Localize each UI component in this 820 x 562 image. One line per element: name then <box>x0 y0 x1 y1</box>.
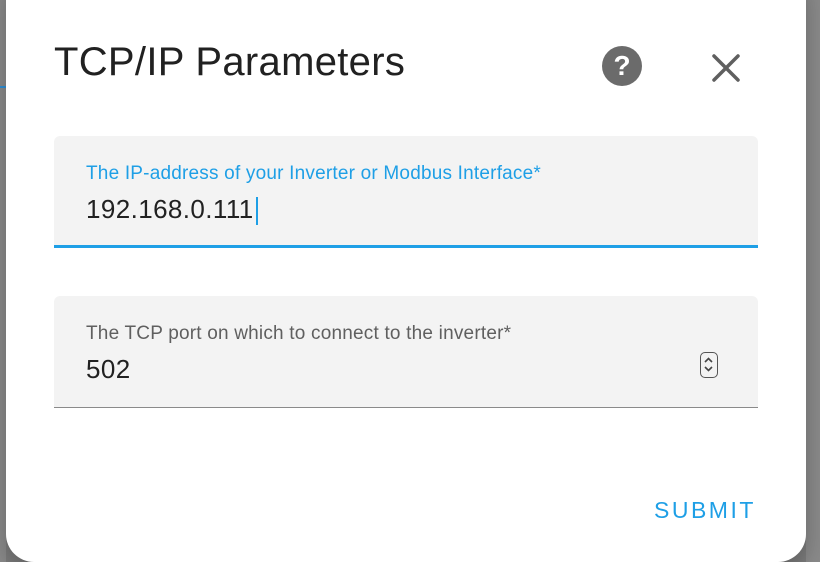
background-page-right <box>806 0 820 562</box>
ip-address-label: The IP-address of your Inverter or Modbu… <box>86 163 541 184</box>
close-icon <box>712 54 740 82</box>
ip-address-value: 192.168.0.111 <box>86 194 254 224</box>
dialog-title: TCP/IP Parameters <box>54 40 406 84</box>
tcp-port-input[interactable]: 502 <box>86 354 646 385</box>
tcp-port-field[interactable]: The TCP port on which to connect to the … <box>54 296 758 408</box>
tcp-ip-parameters-dialog: TCP/IP Parameters ? The IP-address of yo… <box>6 0 806 562</box>
text-cursor <box>255 197 258 226</box>
help-button[interactable]: ? <box>602 46 642 86</box>
close-button[interactable] <box>706 48 746 88</box>
tcp-port-label: The TCP port on which to connect to the … <box>86 323 512 344</box>
tcp-port-value: 502 <box>86 354 131 384</box>
help-icon: ? <box>613 50 631 81</box>
submit-button[interactable]: SUBMIT <box>654 497 756 524</box>
stepper-arrows-icon <box>704 357 713 372</box>
ip-address-input[interactable]: 192.168.0.111 <box>86 194 646 226</box>
number-stepper[interactable] <box>700 352 718 378</box>
ip-address-field[interactable]: The IP-address of your Inverter or Modbu… <box>54 136 758 248</box>
